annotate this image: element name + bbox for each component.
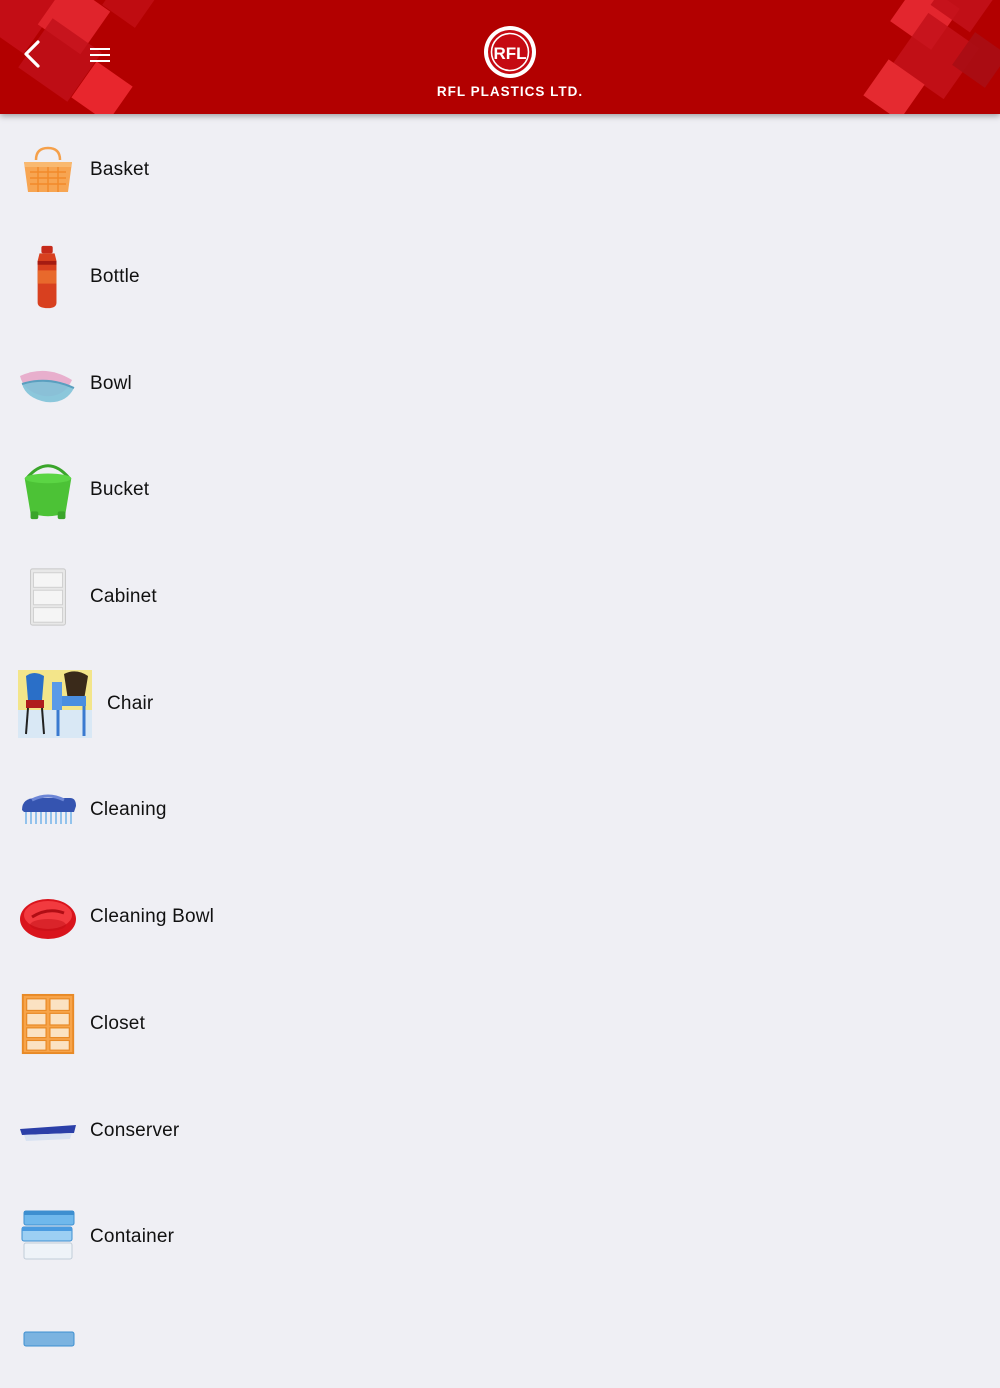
list-item-label: Basket	[90, 159, 150, 181]
brand-logo: RFL RFL PLASTICS LTD.	[400, 22, 620, 102]
list-item-label: Closet	[90, 1012, 146, 1034]
list-item-label: Container	[90, 1226, 175, 1248]
app-header: RFL RFL PLASTICS LTD.	[0, 0, 1000, 114]
cleaning-bowl-icon	[20, 899, 76, 940]
menu-button[interactable]	[82, 38, 118, 72]
list-item-label: Cleaning	[90, 799, 167, 821]
bottle-icon	[37, 245, 57, 309]
list-item-cleaning[interactable]: Cleaning	[0, 757, 1000, 864]
container-icon	[23, 1331, 75, 1347]
bucket-icon	[24, 464, 72, 520]
logo-letters: RFL	[493, 44, 526, 63]
brand-name: RFL PLASTICS LTD.	[436, 84, 584, 99]
bowl-icon	[20, 370, 75, 402]
list-item-label: Conserver	[90, 1119, 180, 1141]
container-icon	[21, 1210, 75, 1260]
list-item-label: Cleaning Bowl	[90, 906, 215, 928]
list-item-conserver[interactable]: Conserver	[0, 1077, 1000, 1184]
list-item-container[interactable]: Container	[0, 1184, 1000, 1291]
list-item-bucket[interactable]: Bucket	[0, 437, 1000, 544]
list-item-chair[interactable]: Chair	[0, 650, 1000, 757]
list-item-cabinet[interactable]: Cabinet	[0, 544, 1000, 651]
list-item-label: Chair	[107, 692, 154, 714]
chevron-left-icon	[24, 40, 40, 68]
list-item-basket[interactable]: Basket	[0, 117, 1000, 224]
list-item-closet[interactable]: Closet	[0, 971, 1000, 1078]
list-item-bottle[interactable]: Bottle	[0, 224, 1000, 331]
list-item-label: Bucket	[90, 479, 150, 501]
conserver-icon	[20, 1124, 76, 1141]
list-item-partial[interactable]	[0, 1291, 1000, 1351]
rfl-logo-icon: RFL	[484, 26, 536, 78]
list-item-label: Bowl	[90, 372, 132, 394]
hamburger-menu-icon	[90, 48, 110, 62]
list-item-cleaning-bowl[interactable]: Cleaning Bowl	[0, 864, 1000, 971]
brush-icon	[22, 794, 76, 825]
list-item-bowl[interactable]: Bowl	[0, 330, 1000, 437]
list-item-label: Bottle	[90, 266, 140, 288]
chair-icon	[18, 669, 92, 738]
back-button[interactable]	[14, 36, 50, 72]
list-item-label: Cabinet	[90, 586, 157, 608]
closet-icon	[21, 993, 75, 1054]
decorative-square	[102, 0, 158, 28]
cabinet-icon	[30, 568, 66, 626]
category-list: Basket Bottle Bowl Bucket Cabinet Chair …	[0, 117, 1000, 1351]
basket-icon	[24, 147, 72, 193]
